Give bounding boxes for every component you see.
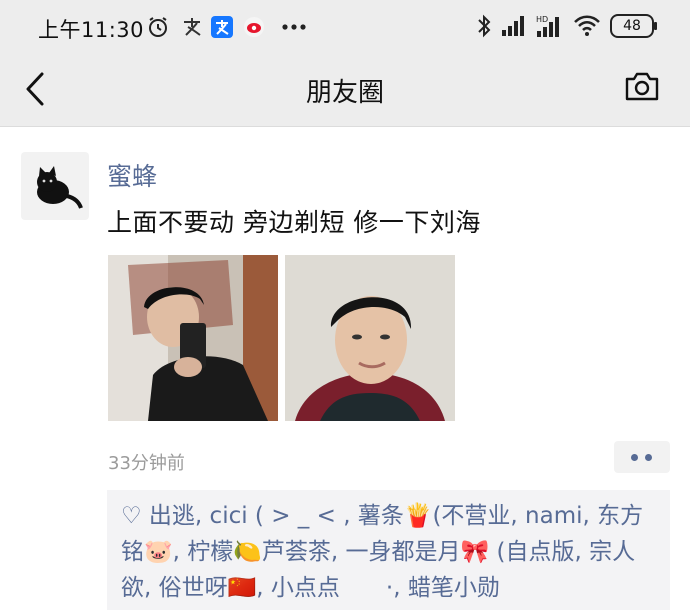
signal-icon xyxy=(502,16,524,36)
black-cat-icon xyxy=(37,166,83,209)
more-dots-icon xyxy=(631,454,638,461)
status-time: 上午11:30 xyxy=(38,18,145,42)
photo-selfie-closeup[interactable] xyxy=(285,255,455,421)
photo-selfie-mirror[interactable] xyxy=(108,255,278,421)
more-actions-button[interactable] xyxy=(614,441,670,473)
likes-list[interactable]: ♡ 出逃, cici ( > _ < , 薯条🍟(不营业, nami, 东方铭🐷… xyxy=(121,498,660,606)
post-author[interactable]: 蜜蜂 xyxy=(107,157,157,193)
more-dots-icon xyxy=(645,454,652,461)
alipay-icon xyxy=(184,18,201,36)
likes-panel: ♡ 出逃, cici ( > _ < , 薯条🍟(不营业, nami, 东方铭🐷… xyxy=(107,490,670,610)
status-bar: 上午11:30 HD 48 xyxy=(0,0,690,56)
nav-bar: 朋友圈 xyxy=(0,56,690,127)
alarm-icon xyxy=(149,17,167,37)
svg-text:HD: HD xyxy=(536,15,548,24)
more-dots-icon xyxy=(282,24,306,30)
signal-hd-icon: HD xyxy=(536,15,559,37)
post-text: 上面不要动 旁边剃短 修一下刘海 xyxy=(107,208,481,237)
alipay-icon xyxy=(211,16,233,38)
bluetooth-icon xyxy=(478,14,491,38)
post-time: 33分钟前 xyxy=(108,453,185,474)
camera-icon[interactable] xyxy=(624,70,660,102)
weibo-icon xyxy=(244,17,264,37)
avatar[interactable] xyxy=(21,152,89,220)
moment-post: 蜜蜂 上面不要动 旁边剃短 修一下刘海 33分钟前 ♡ 出逃, cici (>… xyxy=(0,127,690,610)
page-title: 朋友圈 xyxy=(305,78,384,108)
wifi-icon xyxy=(574,15,600,36)
battery-icon: 48 xyxy=(610,14,657,38)
